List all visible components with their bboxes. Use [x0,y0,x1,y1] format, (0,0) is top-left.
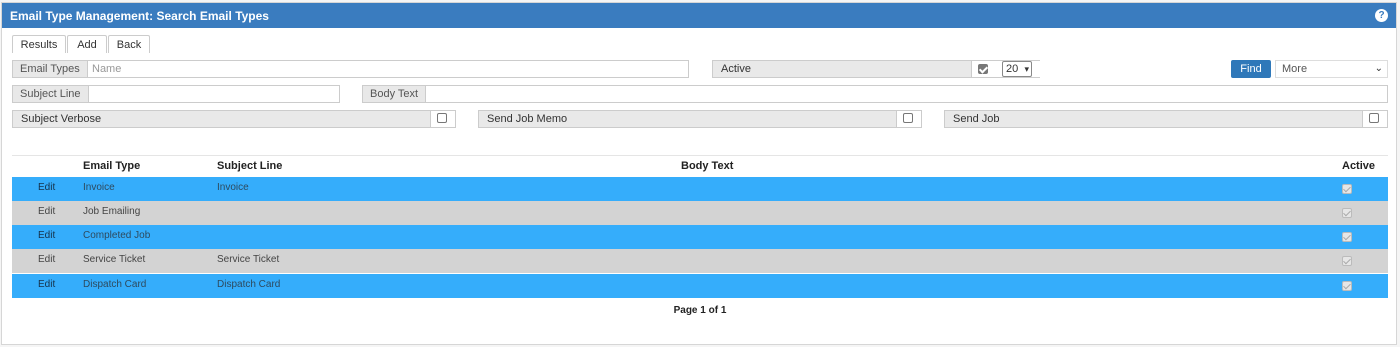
email-types-label: Email Types [13,61,88,77]
cell-subject-line: Service Ticket [217,254,280,265]
tab-back[interactable]: Back [108,35,150,53]
email-types-field: Email Types [12,60,689,78]
edit-link[interactable]: Edit [38,182,55,193]
column-header-body-text[interactable]: Body Text [681,160,733,172]
send-job-label: Send Job [953,113,1000,125]
pager: Page 1 of 1 [673,305,727,316]
send-job-memo-filter: Send Job Memo [478,110,922,128]
cell-email-type: Completed Job [83,230,151,241]
subject-line-label: Subject Line [13,86,89,102]
page-size-value: 20 [1006,63,1019,75]
column-header-email-type[interactable]: Email Type [83,160,140,172]
page-size-select[interactable]: 20 ▾ [1002,61,1032,77]
subject-verbose-label: Subject Verbose [21,113,102,125]
cell-email-type: Dispatch Card [83,279,147,290]
cell-email-type: Job Emailing [83,206,141,217]
chevron-down-icon: ⌄ [1374,63,1383,74]
active-label: Active [721,63,751,75]
edit-link[interactable]: Edit [38,206,55,217]
table-row: Edit Service Ticket Service Ticket [12,249,1388,273]
subject-line-field: Subject Line [12,85,340,103]
more-value: More [1282,63,1308,75]
page-title: Email Type Management: Search Email Type… [10,9,269,23]
tab-results[interactable]: Results [12,35,66,53]
column-header-subject-line[interactable]: Subject Line [217,160,282,172]
edit-link[interactable]: Edit [38,230,55,241]
cell-subject-line: Dispatch Card [217,279,281,290]
subject-verbose-filter: Subject Verbose [12,110,456,128]
tab-add[interactable]: Add [67,35,107,53]
active-checkbox [1342,232,1352,242]
table-row: Edit Invoice Invoice [12,177,1388,201]
send-job-memo-checkbox[interactable] [903,113,913,123]
body-text-input[interactable] [425,86,1387,102]
table-row: Edit Completed Job [12,225,1388,249]
active-filter: Active 20 ▾ [712,60,1040,78]
body-text-label: Body Text [363,86,427,102]
active-checkbox [1342,208,1352,218]
edit-link[interactable]: Edit [38,279,55,290]
search-panel: Email Type Management: Search Email Type… [1,2,1397,345]
subject-verbose-checkbox[interactable] [437,113,447,123]
send-job-filter: Send Job [944,110,1388,128]
active-checkbox [1342,256,1352,266]
edit-link[interactable]: Edit [38,254,55,265]
help-icon[interactable]: ? [1375,9,1388,22]
chevron-down-icon: ▾ [1024,64,1029,74]
cell-email-type: Service Ticket [83,254,146,265]
column-header-active[interactable]: Active [1342,160,1375,172]
cell-email-type: Invoice [83,182,115,193]
email-types-input[interactable] [86,61,686,77]
active-checkbox [1342,184,1352,194]
find-button[interactable]: Find [1231,60,1271,78]
send-job-checkbox[interactable] [1369,113,1379,123]
send-job-memo-label: Send Job Memo [487,113,568,125]
title-bar: Email Type Management: Search Email Type… [2,3,1396,28]
subject-line-input[interactable] [86,86,339,102]
table-row: Edit Dispatch Card Dispatch Card [12,274,1388,298]
table-row: Edit Job Emailing [12,201,1388,225]
active-checkbox [1342,281,1352,291]
body-text-field: Body Text [362,85,1388,103]
more-select[interactable]: More ⌄ [1275,60,1388,78]
cell-subject-line: Invoice [217,182,249,193]
active-checkbox[interactable] [978,64,988,74]
divider [12,155,1388,156]
